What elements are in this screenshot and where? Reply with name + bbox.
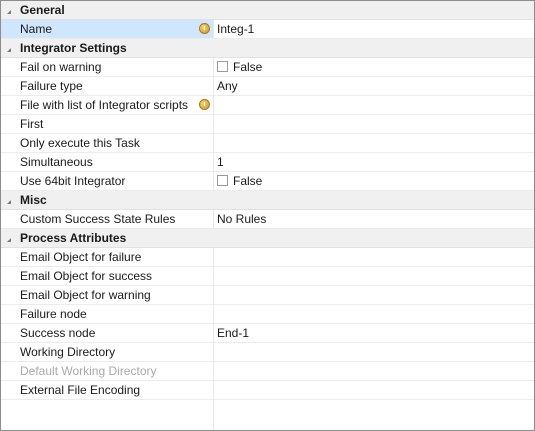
checkbox[interactable] <box>217 61 228 72</box>
property-value: 1 <box>217 155 224 169</box>
property-row-only-execute-this-task[interactable]: Only execute this Task <box>1 134 534 153</box>
property-row-working-directory[interactable]: Working Directory <box>1 343 534 362</box>
property-name-cell[interactable]: External File Encoding <box>1 381 213 399</box>
property-value-cell[interactable]: 1 <box>214 153 534 171</box>
property-value-cell[interactable] <box>214 115 534 133</box>
category-label: Integrator Settings <box>20 41 127 55</box>
property-value-cell[interactable]: Any <box>214 77 534 95</box>
property-name-cell[interactable]: Success node <box>1 324 213 342</box>
property-name-cell[interactable]: File with list of Integrator scripts <box>1 96 213 114</box>
property-row-failure-type[interactable]: Failure type Any <box>1 77 534 96</box>
property-name: Email Object for failure <box>20 250 142 264</box>
category-misc[interactable]: Misc <box>1 191 534 210</box>
category-label: General <box>20 3 65 17</box>
property-name: Fail on warning <box>20 60 102 74</box>
property-row-use-64bit-integrator[interactable]: Use 64bit Integrator False <box>1 172 534 191</box>
property-name: Custom Success State Rules <box>20 212 176 226</box>
collapse-triangle-icon[interactable] <box>7 196 11 204</box>
property-row-email-object-for-success[interactable]: Email Object for success <box>1 267 534 286</box>
property-name: Working Directory <box>20 345 116 359</box>
category-label: Misc <box>20 193 47 207</box>
property-name: Success node <box>20 326 96 340</box>
property-value-cell[interactable] <box>214 267 534 285</box>
property-name-cell[interactable]: Custom Success State Rules <box>1 210 213 228</box>
property-value-cell[interactable] <box>214 343 534 361</box>
property-name: Default Working Directory <box>20 364 157 378</box>
property-name: Failure node <box>20 307 87 321</box>
property-row-simultaneous[interactable]: Simultaneous 1 <box>1 153 534 172</box>
property-value-cell[interactable]: No Rules <box>214 210 534 228</box>
category-integrator-settings[interactable]: Integrator Settings <box>1 39 534 58</box>
property-name-cell[interactable]: Only execute this Task <box>1 134 213 152</box>
info-icon <box>199 99 210 110</box>
property-value: Integ-1 <box>217 22 255 36</box>
property-name-cell[interactable]: Use 64bit Integrator <box>1 172 213 190</box>
property-row-custom-success-state-rules[interactable]: Custom Success State Rules No Rules <box>1 210 534 229</box>
property-name-cell[interactable]: First <box>1 115 213 133</box>
property-value-cell[interactable]: Integ-1 <box>214 20 534 38</box>
property-row-first[interactable]: First <box>1 115 534 134</box>
property-value-cell[interactable]: False <box>214 58 534 76</box>
property-row-email-object-for-failure[interactable]: Email Object for failure <box>1 248 534 267</box>
property-value: End-1 <box>217 326 250 340</box>
property-name: Failure type <box>20 79 83 93</box>
property-name-cell[interactable]: Email Object for warning <box>1 286 213 304</box>
property-value: No Rules <box>217 212 267 226</box>
property-row-name[interactable]: Name Integ-1 <box>1 20 534 39</box>
collapse-triangle-icon[interactable] <box>7 6 11 14</box>
property-name-cell[interactable]: Default Working Directory <box>1 362 213 380</box>
property-value-cell[interactable] <box>214 134 534 152</box>
property-row-email-object-for-warning[interactable]: Email Object for warning <box>1 286 534 305</box>
property-name: Name <box>20 22 53 36</box>
property-name-cell[interactable]: Failure node <box>1 305 213 323</box>
property-name: First <box>20 117 44 131</box>
property-row-default-working-directory[interactable]: Default Working Directory <box>1 362 534 381</box>
property-grid: General Name Integ-1 Integrator Settings Fai… <box>0 0 535 431</box>
property-name-cell[interactable]: Name <box>1 20 213 38</box>
property-name: Only execute this Task <box>20 136 140 150</box>
property-name: Use 64bit Integrator <box>20 174 126 188</box>
checkbox-value: False <box>233 60 263 74</box>
property-name-cell[interactable]: Email Object for failure <box>1 248 213 266</box>
property-row-external-file-encoding[interactable]: External File Encoding <box>1 381 534 400</box>
property-rows: General Name Integ-1 Integrator Settings Fai… <box>1 1 534 400</box>
property-name: Simultaneous <box>20 155 93 169</box>
property-row-fail-on-warning[interactable]: Fail on warning False <box>1 58 534 77</box>
property-name-cell[interactable]: Working Directory <box>1 343 213 361</box>
property-value: Any <box>217 79 238 93</box>
property-name-cell[interactable]: Simultaneous <box>1 153 213 171</box>
property-row-success-node[interactable]: Success node End-1 <box>1 324 534 343</box>
property-name: Email Object for success <box>20 269 153 283</box>
property-value-cell[interactable] <box>214 248 534 266</box>
property-name-cell[interactable]: Fail on warning <box>1 58 213 76</box>
property-name-cell[interactable]: Failure type <box>1 77 213 95</box>
collapse-triangle-icon[interactable] <box>7 234 11 242</box>
category-label: Process Attributes <box>20 231 127 245</box>
property-value-cell[interactable] <box>214 96 534 114</box>
property-value-cell[interactable]: False <box>214 172 534 190</box>
property-value-cell[interactable] <box>214 362 534 380</box>
checkbox[interactable] <box>217 175 228 186</box>
property-name: Email Object for warning <box>20 288 151 302</box>
info-icon <box>199 23 210 34</box>
category-process-attributes[interactable]: Process Attributes <box>1 229 534 248</box>
property-value-cell[interactable] <box>214 381 534 399</box>
property-value-cell[interactable] <box>214 305 534 323</box>
property-name: File with list of Integrator scripts <box>20 98 189 112</box>
property-name-cell[interactable]: Email Object for success <box>1 267 213 285</box>
property-name: External File Encoding <box>20 383 141 397</box>
checkbox-value: False <box>233 174 263 188</box>
collapse-triangle-icon[interactable] <box>7 44 11 52</box>
category-general[interactable]: General <box>1 1 534 20</box>
property-value-cell[interactable]: End-1 <box>214 324 534 342</box>
property-row-failure-node[interactable]: Failure node <box>1 305 534 324</box>
property-value-cell[interactable] <box>214 286 534 304</box>
property-row-file-with-list-of-integrator-scripts[interactable]: File with list of Integrator scripts <box>1 96 534 115</box>
